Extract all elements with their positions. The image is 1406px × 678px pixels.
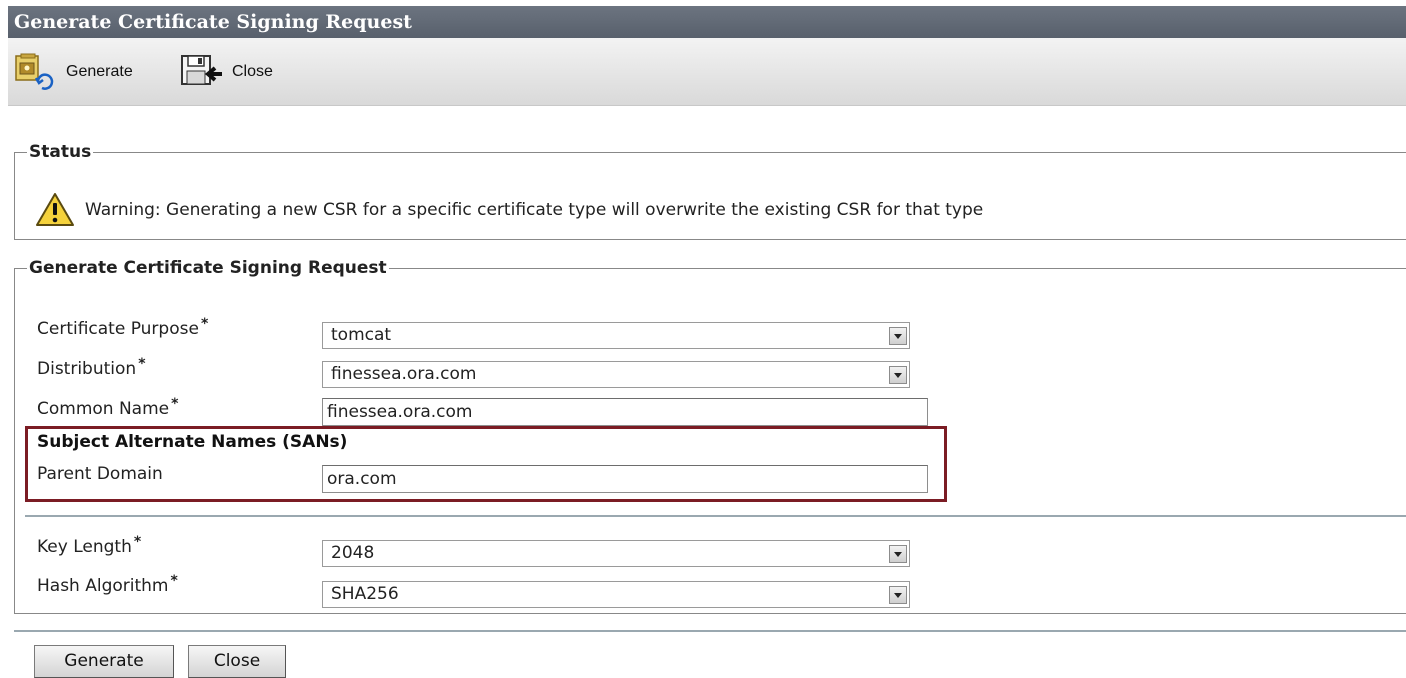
chevron-down-icon[interactable]: [889, 327, 907, 345]
warning-message: Warning: Generating a new CSR for a spec…: [85, 200, 984, 220]
toolbar-generate-label: Generate: [66, 63, 133, 80]
toolbar-generate-button[interactable]: Generate: [12, 38, 133, 106]
distribution-label: Distribution *: [37, 356, 146, 379]
parent-domain-input[interactable]: ora.com: [322, 465, 928, 493]
chevron-down-icon[interactable]: [889, 366, 907, 384]
csr-legend: Generate Certificate Signing Request: [29, 258, 387, 278]
csr-section: Generate Certificate Signing Request Cer…: [14, 258, 1406, 614]
chevron-down-icon[interactable]: [889, 545, 907, 563]
distribution-label-text: Distribution: [37, 359, 137, 379]
certificate-purpose-value: tomcat: [331, 325, 392, 345]
key-length-select[interactable]: 2048: [322, 540, 910, 567]
certificate-generate-icon: [12, 52, 56, 92]
common-name-label-text: Common Name: [37, 399, 170, 419]
toolbar-close-button[interactable]: Close: [178, 38, 273, 106]
distribution-value: finessea.ora.com: [331, 364, 477, 384]
hash-algorithm-label: Hash Algorithm *: [37, 573, 178, 596]
distribution-select[interactable]: finessea.ora.com: [322, 361, 910, 388]
section-divider: [25, 515, 1406, 517]
required-marker: *: [133, 534, 142, 550]
close-button[interactable]: Close: [188, 645, 286, 678]
generate-button[interactable]: Generate: [34, 645, 174, 678]
key-length-label: Key Length *: [37, 534, 141, 557]
certificate-purpose-label-text: Certificate Purpose: [37, 319, 199, 339]
hash-algorithm-value: SHA256: [331, 584, 399, 604]
save-close-icon: [178, 52, 224, 92]
window-title: Generate Certificate Signing Request: [8, 6, 1406, 38]
footer-divider: [14, 630, 1406, 632]
hash-algorithm-label-text: Hash Algorithm: [37, 576, 169, 596]
certificate-purpose-select[interactable]: tomcat: [322, 322, 910, 349]
san-heading: Subject Alternate Names (SANs): [37, 432, 348, 452]
status-section: Status Warning: Generating a new CSR for…: [14, 142, 1406, 240]
required-marker: *: [138, 356, 146, 372]
key-length-value: 2048: [331, 543, 375, 563]
required-marker: *: [170, 573, 178, 589]
required-marker: *: [200, 316, 209, 332]
toolbar-close-label: Close: [232, 63, 273, 80]
certificate-purpose-label: Certificate Purpose *: [37, 316, 208, 339]
common-name-input[interactable]: finessea.ora.com: [322, 398, 928, 426]
chevron-down-icon[interactable]: [889, 586, 907, 604]
toolbar: Generate Close: [8, 38, 1406, 106]
parent-domain-label: Parent Domain: [37, 464, 163, 484]
status-warning: Warning: Generating a new CSR for a spec…: [35, 192, 983, 228]
common-name-label: Common Name *: [37, 396, 178, 419]
status-legend: Status: [29, 142, 92, 162]
key-length-label-text: Key Length: [37, 537, 132, 557]
required-marker: *: [171, 396, 179, 412]
warning-icon: [35, 192, 75, 228]
hash-algorithm-select[interactable]: SHA256: [322, 581, 910, 608]
